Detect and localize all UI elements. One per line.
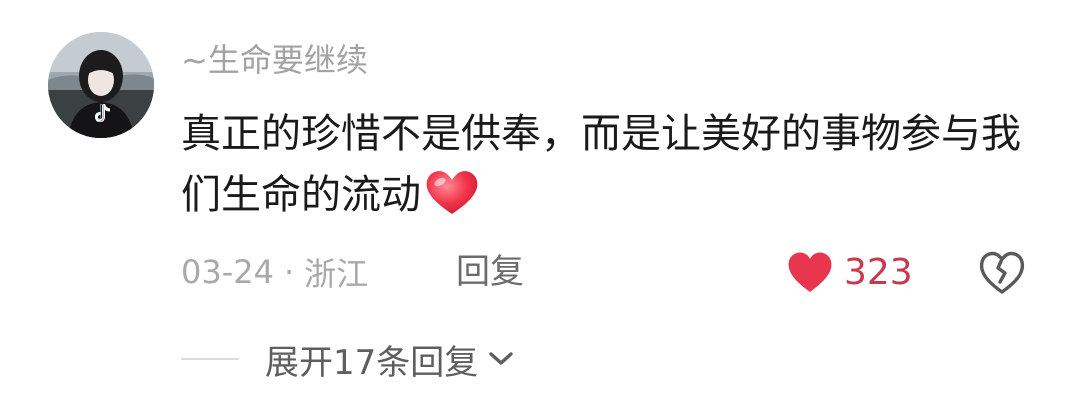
comment-item: ~生命要继续 真正的珍惜不是供奉，而是让美好的事物参与我们生命的流动 03-24… bbox=[0, 0, 1084, 402]
like-count: 323 bbox=[844, 251, 913, 293]
expand-replies-label: 展开17条回复 bbox=[265, 342, 479, 383]
tiktok-logo-icon bbox=[95, 103, 110, 122]
heart-icon bbox=[788, 252, 832, 292]
comment-location: 浙江 bbox=[304, 255, 369, 293]
expand-replies-button[interactable]: 展开17条回复 bbox=[181, 336, 516, 383]
meta-separator: · bbox=[283, 253, 295, 291]
expand-divider bbox=[181, 358, 239, 360]
like-button[interactable]: 323 bbox=[786, 248, 913, 296]
chevron-down-icon bbox=[489, 352, 513, 365]
comment-text-content: 真正的珍惜不是供奉，而是让美好的事物参与我们生命的流动 bbox=[181, 111, 1021, 218]
comment-date: 03-24 bbox=[181, 253, 274, 291]
heart-emoji-icon bbox=[426, 171, 478, 214]
avatar[interactable] bbox=[48, 32, 154, 138]
reply-button[interactable]: 回复 bbox=[456, 248, 524, 296]
broken-heart-icon[interactable] bbox=[976, 248, 1028, 296]
username[interactable]: ~生命要继续 bbox=[181, 38, 368, 82]
comment-meta: 03-24 · 浙江 bbox=[181, 248, 368, 296]
comment-text: 真正的珍惜不是供奉，而是让美好的事物参与我们生命的流动 bbox=[181, 104, 1051, 226]
